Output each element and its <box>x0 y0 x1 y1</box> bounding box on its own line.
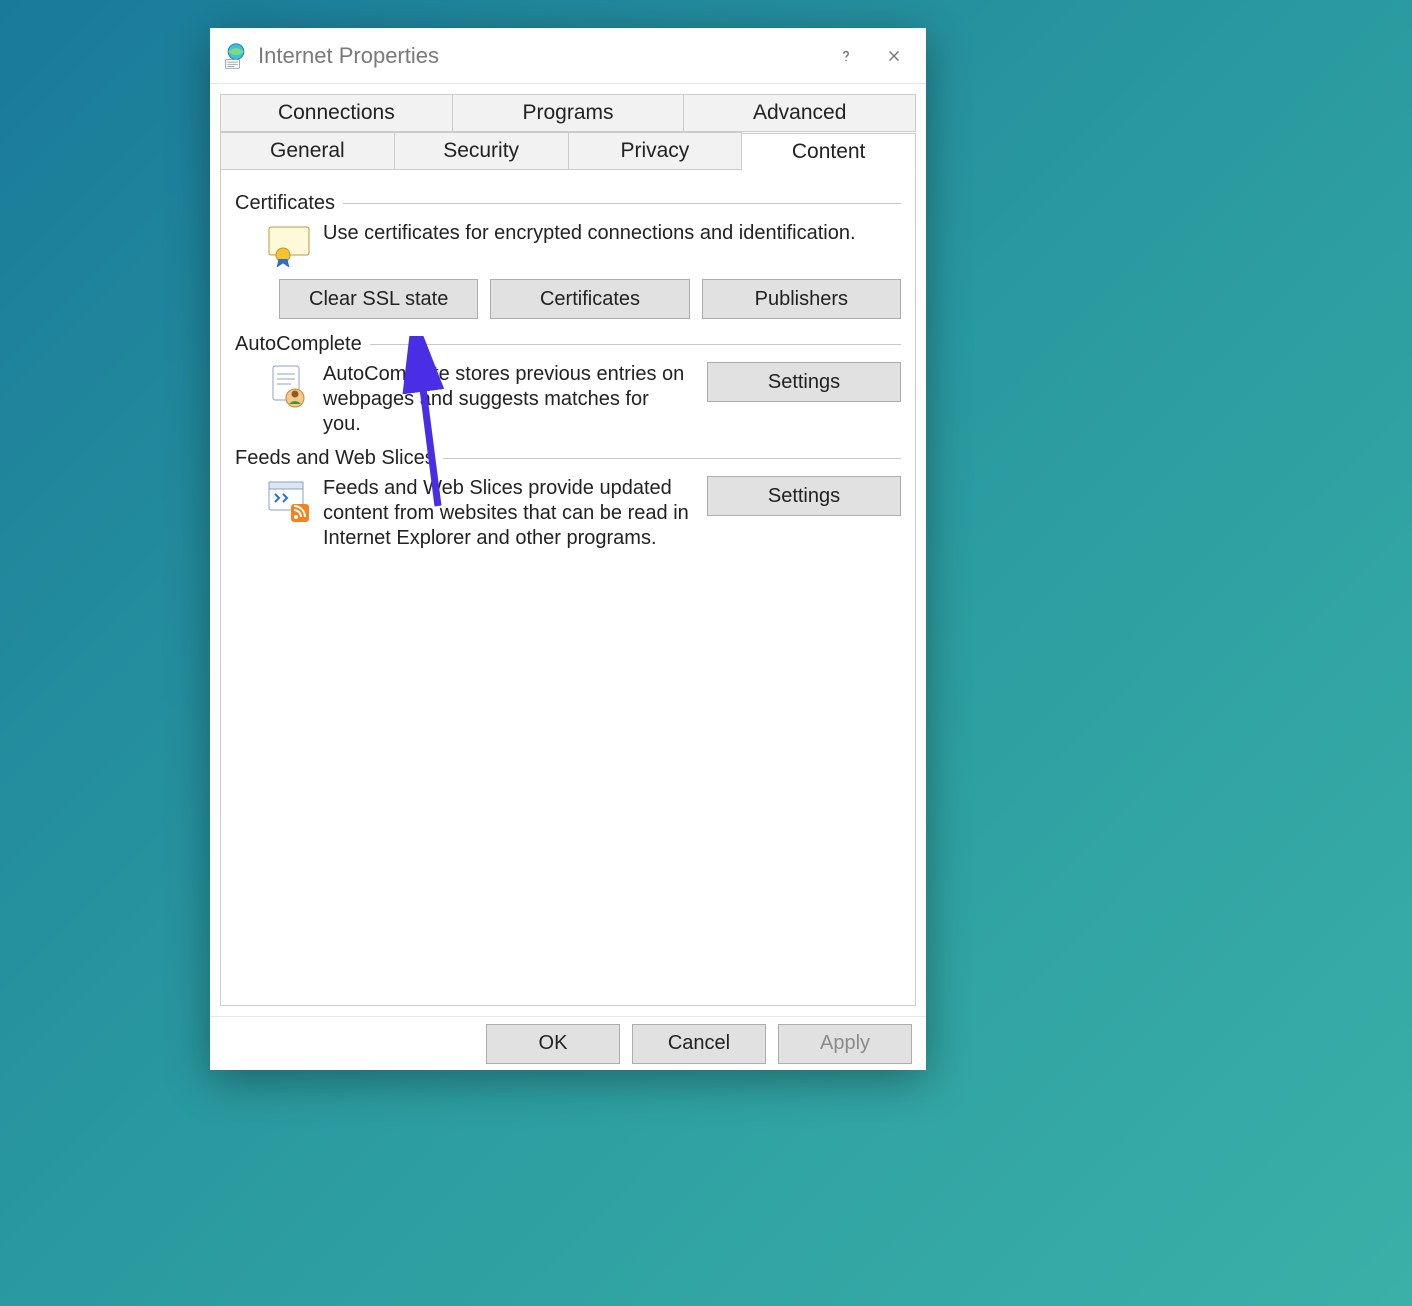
ok-button[interactable]: OK <box>486 1024 620 1064</box>
autocomplete-settings-button[interactable]: Settings <box>707 362 901 402</box>
internet-properties-dialog: Internet Properties Connections Programs… <box>210 28 926 1070</box>
tab-privacy[interactable]: Privacy <box>569 132 743 170</box>
group-label: Feeds and Web Slices <box>235 447 435 470</box>
tab-connections[interactable]: Connections <box>220 94 453 132</box>
group-certificates-header: Certificates <box>235 192 901 215</box>
divider <box>443 458 901 459</box>
tab-panel-content: Certificates Use certificates for encryp… <box>220 170 916 1006</box>
feeds-icon <box>265 476 313 524</box>
tab-content[interactable]: Content <box>742 133 916 171</box>
tab-programs[interactable]: Programs <box>453 94 685 132</box>
certificate-icon <box>265 221 313 269</box>
autocomplete-description: AutoComplete stores previous entries on … <box>323 362 697 437</box>
group-label: Certificates <box>235 192 335 215</box>
tab-general[interactable]: General <box>220 132 395 170</box>
cancel-button[interactable]: Cancel <box>632 1024 766 1064</box>
internet-options-icon <box>222 42 250 70</box>
group-autocomplete-header: AutoComplete <box>235 333 901 356</box>
divider <box>343 203 901 204</box>
feeds-settings-button[interactable]: Settings <box>707 476 901 516</box>
group-feeds-header: Feeds and Web Slices <box>235 447 901 470</box>
dialog-footer: OK Cancel Apply <box>210 1016 926 1070</box>
titlebar: Internet Properties <box>210 28 926 84</box>
group-label: AutoComplete <box>235 333 362 356</box>
apply-button[interactable]: Apply <box>778 1024 912 1064</box>
certificates-button[interactable]: Certificates <box>490 279 689 319</box>
close-button[interactable] <box>870 36 918 76</box>
publishers-button[interactable]: Publishers <box>702 279 901 319</box>
feeds-description: Feeds and Web Slices provide updated con… <box>323 476 697 551</box>
autocomplete-icon <box>265 362 313 410</box>
dialog-title: Internet Properties <box>258 43 822 69</box>
clear-ssl-state-button[interactable]: Clear SSL state <box>279 279 478 319</box>
certificates-description: Use certificates for encrypted connectio… <box>323 221 901 246</box>
divider <box>370 344 901 345</box>
help-button[interactable] <box>822 36 870 76</box>
tab-advanced[interactable]: Advanced <box>684 94 916 132</box>
tabs: Connections Programs Advanced General Se… <box>210 84 926 170</box>
tab-security[interactable]: Security <box>395 132 569 170</box>
